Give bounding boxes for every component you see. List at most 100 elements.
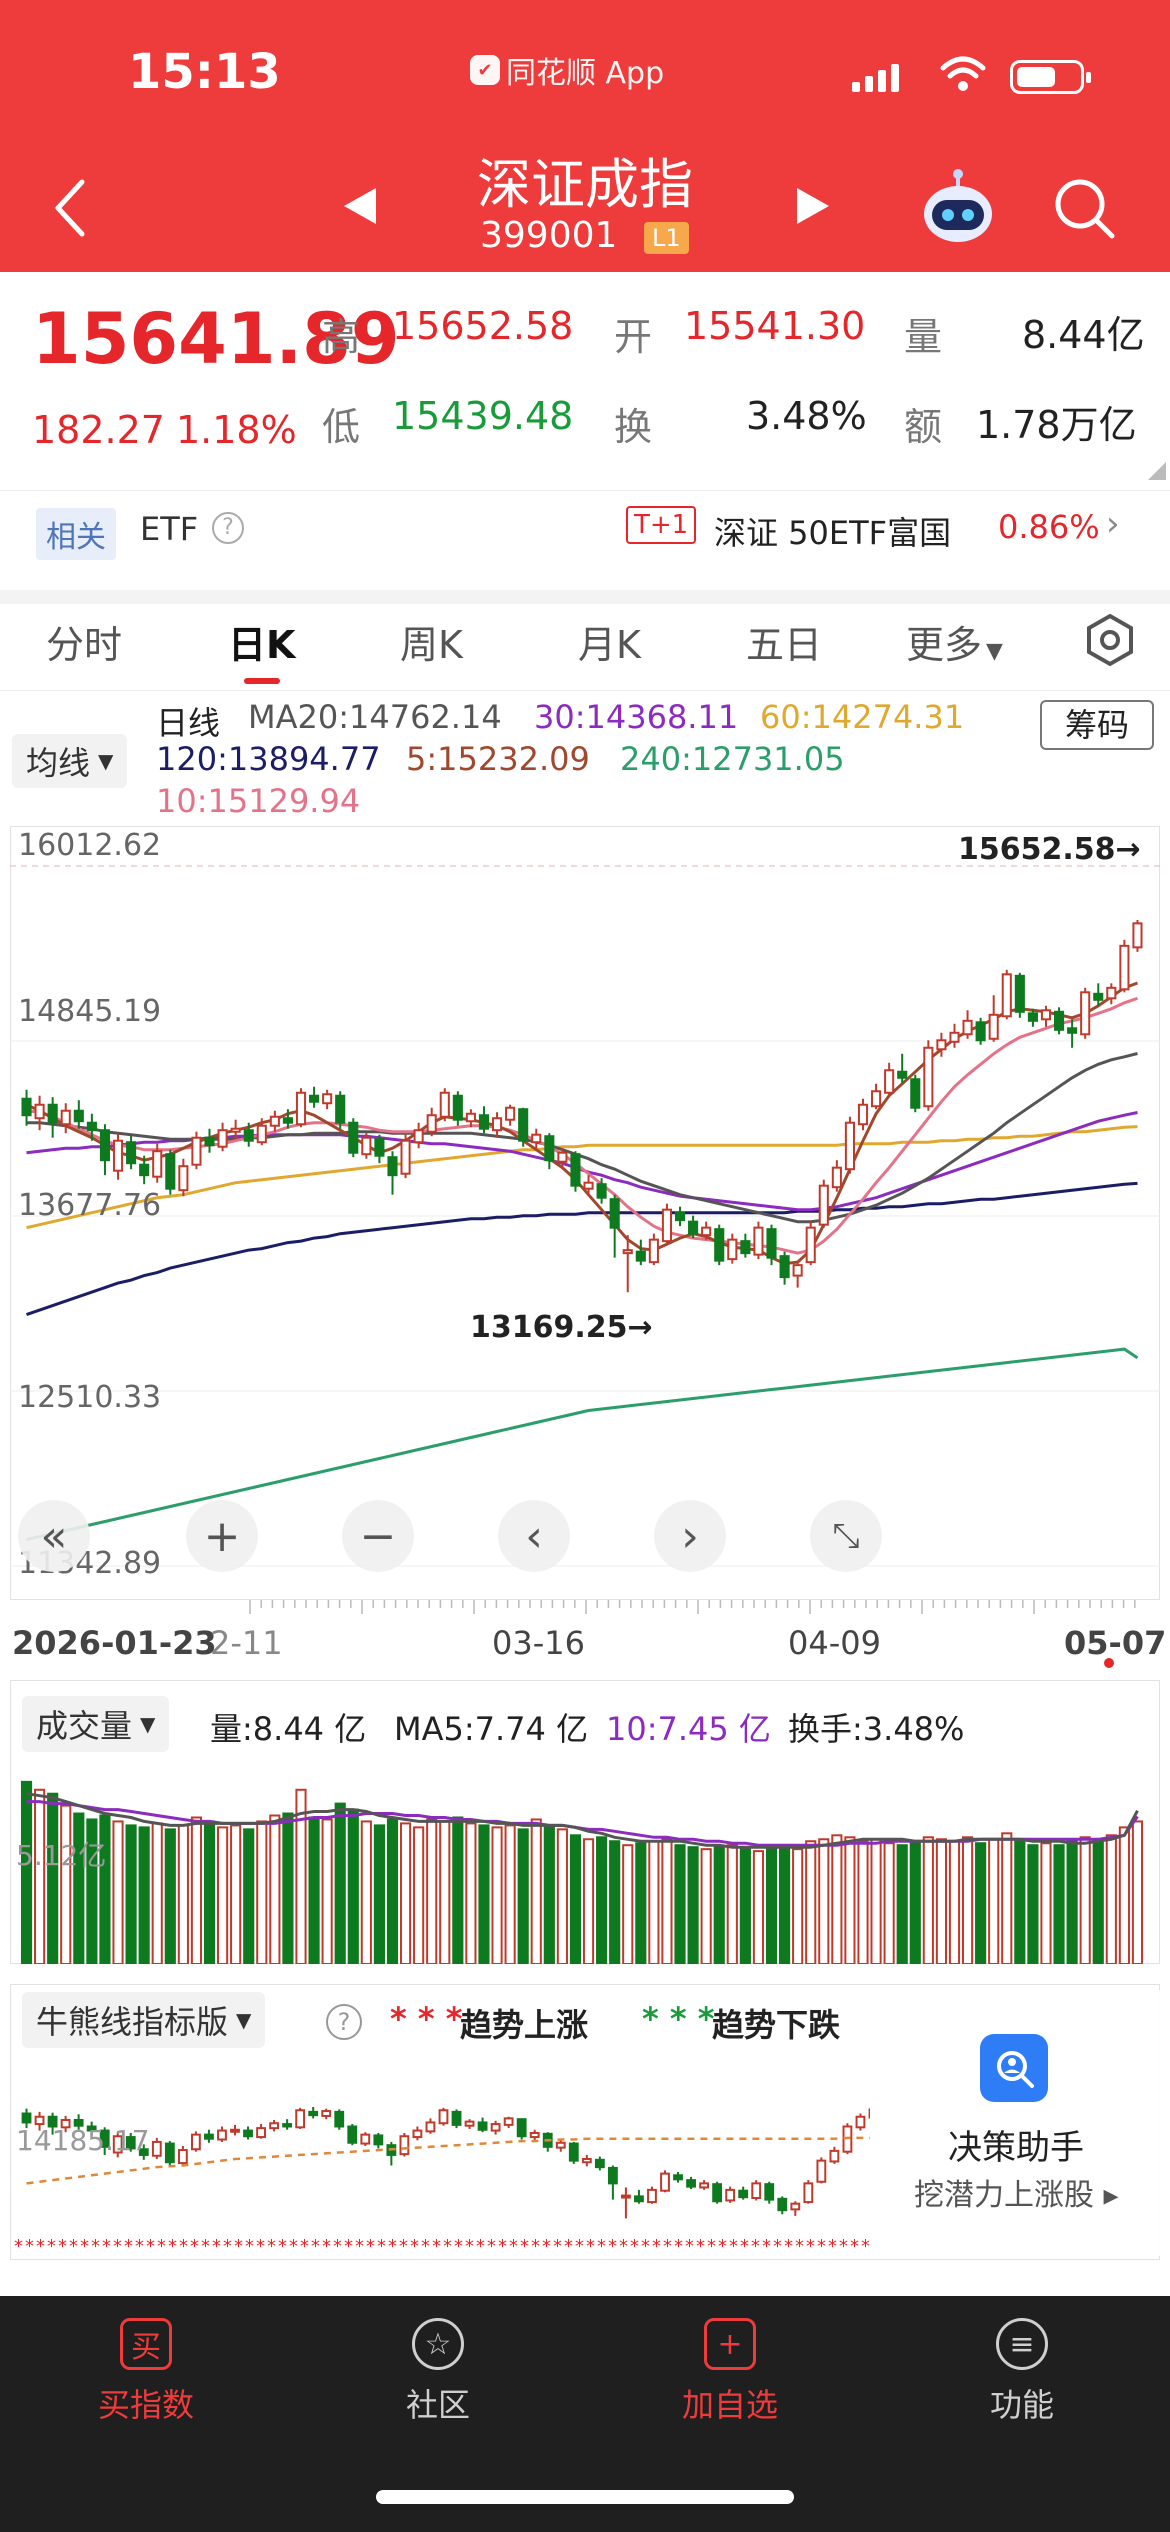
robot-assistant-icon[interactable] — [918, 168, 998, 248]
nav-functions[interactable]: ≡ 功能 — [922, 2318, 1122, 2426]
date-label: 04-09 — [788, 1624, 881, 1662]
ma-dropdown[interactable]: 均线 ▼ — [12, 734, 128, 788]
mini-candle-down — [568, 2142, 579, 2162]
tab-five-day[interactable]: 五日 — [746, 614, 822, 669]
candle-up — [426, 1114, 437, 1133]
signal-icon — [852, 62, 899, 92]
expand-corner-icon[interactable] — [1148, 462, 1166, 480]
price-change-pct: 1.18% — [176, 408, 297, 452]
candle-up — [505, 1106, 516, 1121]
volume-bar-up — [504, 1824, 516, 1964]
chevron-right-icon[interactable]: › — [1106, 504, 1120, 544]
assistant-title: 决策助手 — [948, 2128, 1084, 2168]
trend-up-marker: * — [806, 2236, 815, 2257]
trend-up-marker: * — [586, 2236, 595, 2257]
y-tick-label: 14845.19 — [18, 994, 162, 1029]
candle-up — [400, 1139, 411, 1175]
status-app-name: ✔ 同花顺 App — [470, 48, 664, 92]
mini-candle-up — [177, 2149, 188, 2165]
ma120-line — [26, 1181, 1138, 1317]
etf-fund-name[interactable]: 深证 50ETF富国 — [714, 508, 951, 554]
candle-up — [805, 1226, 816, 1264]
mini-candle-down — [204, 2133, 214, 2140]
tab-more[interactable]: 更多 ▼ — [906, 614, 1003, 669]
candle-up — [178, 1165, 189, 1192]
bull-bear-dropdown[interactable]: 牛熊线指标版 ▼ — [22, 1992, 266, 2048]
zoom-in-icon[interactable]: + — [186, 1500, 258, 1572]
tab-monthly-k[interactable]: 月K — [578, 614, 641, 669]
trend-up-marker: * — [14, 2236, 23, 2257]
nav-label: 社区 — [405, 2386, 470, 2424]
trend-up-marker: * — [509, 2236, 518, 2257]
trend-up-marker: * — [377, 2236, 386, 2257]
volume-bar-up — [948, 1840, 961, 1964]
nav-add-watchlist[interactable]: + 加自选 — [630, 2318, 830, 2426]
volume-bar-down — [243, 1828, 255, 1964]
trend-up-marker: * — [564, 2236, 573, 2257]
candle-up — [857, 1103, 869, 1126]
volume-bar-down — [674, 1844, 686, 1964]
nav-community[interactable]: ☆ 社区 — [338, 2318, 538, 2426]
tab-daily-k[interactable]: 日K — [228, 614, 295, 669]
volume-bar-down — [517, 1828, 529, 1964]
settings-hex-icon[interactable] — [1082, 612, 1138, 668]
open-label: 开 — [614, 315, 653, 359]
down-legend: 趋势下跌 — [712, 2006, 841, 2044]
trend-up-marker: * — [300, 2236, 309, 2257]
volume-label: 量 — [904, 315, 943, 359]
volume-bar-up — [1079, 1836, 1091, 1964]
rewind-icon[interactable]: « — [18, 1500, 90, 1572]
chip-button[interactable]: 筹码 — [1040, 700, 1154, 750]
mini-candle-down — [686, 2179, 696, 2188]
nav-buy-index[interactable]: 买 买指数 — [46, 2318, 246, 2426]
volume-chart[interactable] — [10, 1756, 1160, 1964]
volume-bar-up — [190, 1816, 203, 1964]
trend-up-marker: * — [773, 2236, 782, 2257]
turnover-value: 3.48% — [746, 394, 867, 438]
help-icon[interactable]: ? — [326, 2004, 362, 2040]
volume-bar-down — [1092, 1838, 1104, 1964]
volume-bar-up — [961, 1836, 974, 1964]
volume-bar-down — [478, 1824, 490, 1964]
candle-up — [701, 1226, 712, 1237]
trend-up-marker: * — [333, 2236, 342, 2257]
candle-down — [126, 1141, 137, 1165]
bull-bear-chart[interactable]: * * * * * * * * * * * * * * * * * * * * * * * * * * * * * * * * * * * * * * * *… — [10, 2080, 870, 2260]
pan-right-icon[interactable]: › — [654, 1500, 726, 1572]
pan-left-icon[interactable]: ‹ — [498, 1500, 570, 1572]
volume-bar-down — [334, 1802, 346, 1964]
fullscreen-icon[interactable]: ⤡ — [810, 1500, 882, 1572]
volume-bar-up — [870, 1838, 882, 1964]
zoom-out-icon[interactable]: − — [342, 1500, 414, 1572]
tab-timeshare[interactable]: 分时 — [46, 614, 122, 669]
y-tick-label: 13677.76 — [18, 1188, 162, 1223]
candle-down — [335, 1094, 346, 1124]
mini-candle-up — [230, 2128, 240, 2133]
mini-candle-up — [360, 2133, 371, 2145]
volume-bar-down — [347, 1808, 359, 1964]
candle-down — [635, 1250, 646, 1262]
volume-bar-down — [308, 1816, 320, 1964]
ma240-value: 240:12731.05 — [620, 740, 845, 778]
tab-weekly-k[interactable]: 周K — [400, 614, 463, 669]
candle-up — [727, 1238, 738, 1261]
trend-up-marker: * — [850, 2236, 859, 2257]
volume-bar-down — [635, 1842, 647, 1964]
kline-chart[interactable] — [10, 826, 1160, 1600]
trend-up-marker: * — [476, 2236, 485, 2257]
next-index-icon[interactable] — [795, 186, 831, 226]
search-icon[interactable] — [1052, 176, 1118, 242]
trend-up-marker: * — [597, 2236, 606, 2257]
help-icon[interactable]: ? — [212, 512, 244, 544]
candle-down — [1093, 992, 1104, 1001]
volume-bar-up — [935, 1838, 947, 1964]
trend-up-marker: * — [311, 2236, 320, 2257]
volume-bar-down — [909, 1840, 921, 1964]
candle-down — [387, 1156, 398, 1177]
volume-bar-down — [47, 1792, 59, 1964]
volume-bar-down — [138, 1826, 150, 1964]
mini-candle-up — [529, 2132, 540, 2139]
mini-candle-up — [647, 2188, 657, 2204]
candle-up — [622, 1249, 633, 1255]
etf-label[interactable]: ETF — [140, 510, 198, 548]
